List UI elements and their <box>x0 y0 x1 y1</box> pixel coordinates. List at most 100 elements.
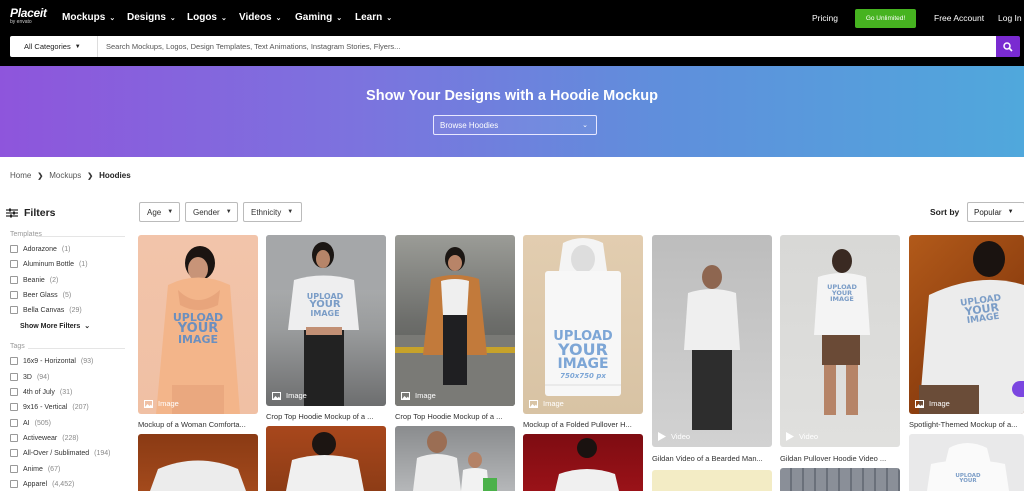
card-title[interactable]: Gildan Pullover Hoodie Video ... <box>780 454 902 463</box>
nav-videos[interactable]: Videos ⌄ <box>239 12 281 23</box>
card-title[interactable]: Crop Top Hoodie Mockup of a ... <box>266 412 388 421</box>
card-thumbnail[interactable]: Image <box>395 235 515 406</box>
search-input[interactable] <box>98 36 996 57</box>
template-card[interactable]: Video Gildan Video of a Bearded Man... <box>652 235 772 465</box>
card-thumbnail[interactable]: UPLOAD YOUR <box>909 434 1024 491</box>
filter-apparel[interactable]: Apparel (4,452) <box>10 480 74 488</box>
checkbox[interactable] <box>10 465 18 473</box>
nav-designs[interactable]: Designs ⌄ <box>127 12 176 23</box>
nav-gaming[interactable]: Gaming ⌄ <box>295 12 342 23</box>
checkbox[interactable] <box>10 306 18 314</box>
pricing-link[interactable]: Pricing <box>812 13 838 23</box>
hoodie-photo <box>150 460 246 491</box>
checkbox[interactable] <box>10 480 18 488</box>
checkbox[interactable] <box>10 260 18 268</box>
template-card[interactable] <box>138 434 258 491</box>
filter-activewear[interactable]: Activewear (228) <box>10 434 79 442</box>
card-title[interactable]: Mockup of a Folded Pullover H... <box>523 420 645 429</box>
browse-hoodies-select[interactable]: Browse Hoodies ⌄ <box>433 115 597 135</box>
template-card[interactable]: UPLOAD YOUR IMAGE 750x750 px Image Mocku… <box>523 235 643 430</box>
checkbox[interactable] <box>10 373 18 381</box>
ethnicity-filter-select[interactable]: Ethnicity ▼ <box>243 202 302 222</box>
card-thumbnail[interactable]: UPLOAD YOUR IMAGE Video <box>780 235 900 447</box>
checkbox[interactable] <box>10 245 18 253</box>
filter-count: (207) <box>72 403 89 411</box>
card-thumbnail[interactable] <box>138 434 258 491</box>
category-select[interactable]: All Categories ▼ <box>10 36 98 57</box>
filter-9x16-vertical[interactable]: 9x16 - Vertical (207) <box>10 403 89 411</box>
checkbox[interactable] <box>10 434 18 442</box>
filter-label: Anime <box>23 465 43 473</box>
filter-all-over-sublimated[interactable]: All-Over / Sublimated (194) <box>10 449 110 457</box>
nav-mockups[interactable]: Mockups ⌄ <box>62 12 115 23</box>
template-card[interactable]: UPLOAD YOUR <box>909 434 1024 491</box>
sort-select[interactable]: Popular ▼ <box>967 202 1024 222</box>
badge-label: Image <box>286 391 307 400</box>
filter-adorazone[interactable]: Adorazone (1) <box>10 245 70 253</box>
card-title[interactable]: Mockup of a Woman Comforta... <box>138 420 260 429</box>
filter-aluminum-bottle[interactable]: Aluminum Bottle (1) <box>10 260 88 268</box>
free-account-link[interactable]: Free Account <box>934 13 984 23</box>
search-button[interactable] <box>996 36 1020 57</box>
nav-learn[interactable]: Learn ⌄ <box>355 12 392 23</box>
show-more-filters-button[interactable]: Show More Filters ⌄ <box>20 322 90 331</box>
card-thumbnail[interactable] <box>266 426 386 491</box>
filter-label: Beer Glass <box>23 291 58 299</box>
card-title[interactable]: Crop Top Hoodie Mockup of a ... <box>395 412 517 421</box>
upload-placeholder: UPLOAD YOUR IMAGE <box>302 292 348 317</box>
filter-16x9-horizontal[interactable]: 16x9 - Horizontal (93) <box>10 357 93 365</box>
nav-logos[interactable]: Logos ⌄ <box>187 12 227 23</box>
card-thumbnail[interactable] <box>652 470 772 491</box>
template-card[interactable] <box>780 468 900 491</box>
filter-4th-of-july[interactable]: 4th of July (31) <box>10 388 72 396</box>
card-thumbnail[interactable]: UPLOAD YOUR IMAGE Image <box>138 235 258 414</box>
filters-heading[interactable]: Filters <box>6 207 56 219</box>
checkbox[interactable] <box>10 291 18 299</box>
help-widget-button[interactable] <box>1012 381 1024 397</box>
card-thumbnail[interactable]: Video <box>652 235 772 447</box>
card-thumbnail[interactable]: UPLOAD YOUR IMAGE Image <box>909 235 1024 414</box>
checkbox[interactable] <box>10 388 18 396</box>
placeit-logo[interactable]: Placeit by envato <box>10 7 50 25</box>
breadcrumb-mockups[interactable]: Mockups <box>49 171 81 180</box>
template-card[interactable] <box>652 470 772 491</box>
checkbox[interactable] <box>10 419 18 427</box>
checkbox[interactable] <box>10 403 18 411</box>
template-card[interactable]: UPLOAD YOUR IMAGE Video Gildan Pullover … <box>780 235 900 465</box>
breadcrumb-home[interactable]: Home <box>10 171 31 180</box>
template-card[interactable] <box>266 426 386 491</box>
card-thumbnail[interactable]: UPLOAD YOUR IMAGE Image <box>266 235 386 406</box>
template-card[interactable]: UPLOAD YOUR IMAGE Image Mockup of a Woma… <box>138 235 258 430</box>
filter-label: Apparel <box>23 480 48 488</box>
template-card[interactable]: Image Crop Top Hoodie Mockup of a ... <box>395 235 515 430</box>
card-thumbnail[interactable]: UPLOAD YOUR IMAGE 750x750 px Image <box>523 235 643 414</box>
filter-ai[interactable]: AI (505) <box>10 419 51 427</box>
badge-label: Image <box>929 399 950 408</box>
checkbox[interactable] <box>10 449 18 457</box>
top-nav: Placeit by envato Mockups ⌄ Designs ⌄ Logo… <box>0 0 1024 36</box>
template-card[interactable]: UPLOAD YOUR IMAGE Image Crop Top Hoodie … <box>266 235 386 430</box>
filter-anime[interactable]: Anime (67) <box>10 465 60 473</box>
card-title[interactable]: Gildan Video of a Bearded Man... <box>652 454 774 463</box>
card-title[interactable]: Spotlight-Themed Mockup of a... <box>909 420 1024 429</box>
checkbox[interactable] <box>10 276 18 284</box>
logo-subtext: by envato <box>10 19 32 25</box>
card-thumbnail[interactable] <box>395 426 515 491</box>
age-filter-select[interactable]: Age ▼ <box>139 202 180 222</box>
go-unlimited-button[interactable]: Go Unlimited! <box>855 9 916 28</box>
filter-bella-canvas[interactable]: Bella Canvas (29) <box>10 306 82 314</box>
template-card[interactable]: UPLOAD YOUR IMAGE Image Spotlight-Themed… <box>909 235 1024 430</box>
gender-filter-select[interactable]: Gender ▼ <box>185 202 238 222</box>
card-thumbnail[interactable] <box>780 468 900 491</box>
filter-beer-glass[interactable]: Beer Glass (5) <box>10 291 71 299</box>
filter-beanie[interactable]: Beanie (2) <box>10 276 58 284</box>
login-link[interactable]: Log In <box>998 13 1022 23</box>
hoodie-photo <box>684 265 740 430</box>
template-card[interactable] <box>395 426 515 491</box>
hero-title: Show Your Designs with a Hoodie Mockup <box>366 88 658 104</box>
checkbox[interactable] <box>10 357 18 365</box>
card-thumbnail[interactable] <box>523 434 643 491</box>
filter-3d[interactable]: 3D (94) <box>10 373 49 381</box>
chip-label: Gender <box>193 207 220 217</box>
template-card[interactable] <box>523 434 643 491</box>
